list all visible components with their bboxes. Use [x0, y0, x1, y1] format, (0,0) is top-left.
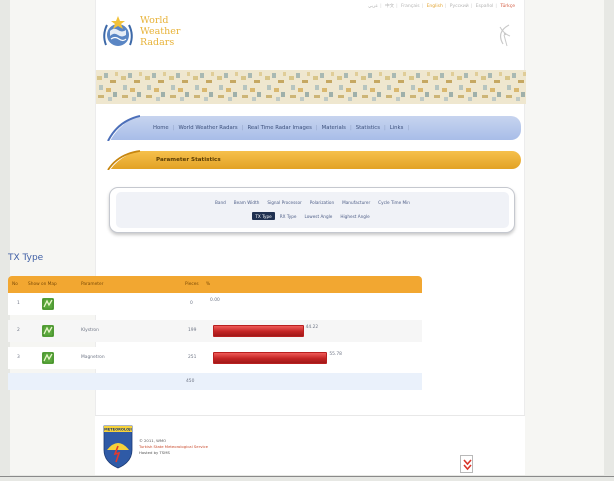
header-no: No — [12, 282, 18, 287]
header-pieces: Pieces — [185, 282, 199, 287]
row-parameter: Magnetron — [81, 355, 105, 360]
row-pieces: 0 — [190, 301, 193, 306]
row-no: 2 — [17, 328, 20, 333]
row-percent-label: 0.00 — [210, 298, 220, 303]
radar-dish-icon — [499, 24, 511, 47]
nav-statistics[interactable]: Statistics — [356, 125, 380, 131]
lang-english[interactable]: English — [427, 4, 443, 9]
row-no: 1 — [17, 301, 20, 306]
lang-russian[interactable]: Русский — [450, 4, 469, 9]
footer-text: © 2011, WMO Turkish State Meteorological… — [139, 438, 208, 456]
section-header: Parameter Statistics — [100, 150, 521, 170]
table-total-row: 450 — [8, 373, 422, 390]
lang-chinese[interactable]: 中文 — [385, 4, 394, 9]
row-pieces: 199 — [188, 328, 197, 333]
tab-tx-type[interactable]: TX Type — [252, 212, 275, 220]
site-logo-text[interactable]: World Weather Radars — [140, 15, 180, 48]
map-icon[interactable] — [42, 298, 54, 310]
tab-signal-processor[interactable]: Signal Processor — [264, 198, 304, 206]
main-navigation: Home | World Weather Radars | Real Time Ra… — [100, 115, 521, 141]
nav-curve-decoration — [100, 115, 140, 141]
row-pieces: 251 — [188, 355, 197, 360]
tab-manufacturer[interactable]: Manufacturer — [339, 198, 373, 206]
tab-rx-type[interactable]: RX Type — [277, 212, 300, 220]
nav-links[interactable]: Links — [390, 125, 404, 131]
row-parameter: Klystron — [81, 328, 99, 333]
language-bar: عربي | 中文 | Français | English | Русский | Es… — [367, 4, 515, 9]
double-arrow-down-icon — [463, 459, 472, 471]
section-title: Parameter Statistics — [156, 157, 221, 163]
tab-cycle-time-min[interactable]: Cycle Time Min — [375, 198, 413, 206]
table-row: 2 Klystron 199 44.22 — [8, 320, 422, 342]
nav-real-time-radar-images[interactable]: Real Time Radar Images — [247, 125, 311, 131]
row-percent-label: 44.22 — [305, 325, 319, 330]
window-bottom-edge — [0, 476, 614, 477]
page-heading: TX Type — [8, 253, 44, 263]
lang-arabic[interactable]: عربي — [368, 4, 378, 9]
row-no: 3 — [17, 355, 20, 360]
percent-bar — [213, 325, 304, 337]
lang-french[interactable]: Français — [401, 4, 420, 9]
badge-text: METEOROLOJI — [104, 428, 132, 432]
percent-bar — [213, 352, 328, 364]
map-icon[interactable] — [42, 352, 54, 364]
tab-highest-angle[interactable]: Highest Angle — [337, 212, 372, 220]
tab-beam-width[interactable]: Beam Width — [231, 198, 263, 206]
parameter-tabs: Band Beam Width Signal Processor Polariz… — [109, 187, 515, 233]
header-show-on-map: Show on Map — [28, 282, 57, 287]
nav-home[interactable]: Home — [153, 125, 169, 131]
nav-world-weather-radars[interactable]: World Weather Radars — [178, 125, 237, 131]
tab-band[interactable]: Band — [212, 198, 229, 206]
table-row: 3 Magnetron 251 55.78 — [8, 347, 422, 369]
tab-lowest-angle[interactable]: Lowest Angle — [301, 212, 335, 220]
nav-materials[interactable]: Materials — [322, 125, 346, 131]
lang-spanish[interactable]: Español — [476, 4, 494, 9]
tsms-badge-icon[interactable]: METEOROLOJI — [103, 422, 133, 469]
scroll-down-button[interactable] — [460, 455, 473, 473]
row-percent-label: 55.78 — [329, 352, 342, 357]
header-parameter: Parameter — [81, 282, 104, 287]
footer-hosted: Hosted by TSMS — [139, 450, 170, 455]
decorative-mosaic-banner — [96, 70, 526, 104]
wmo-emblem-icon[interactable] — [99, 15, 137, 53]
tab-polarization[interactable]: Polarization — [307, 198, 337, 206]
section-curve-decoration — [100, 150, 140, 170]
table-row: 1 0 0.00 — [8, 293, 422, 315]
total-pieces: 450 — [186, 379, 195, 384]
lang-turkish[interactable]: Türkçe — [500, 4, 515, 9]
map-icon[interactable] — [42, 325, 54, 337]
